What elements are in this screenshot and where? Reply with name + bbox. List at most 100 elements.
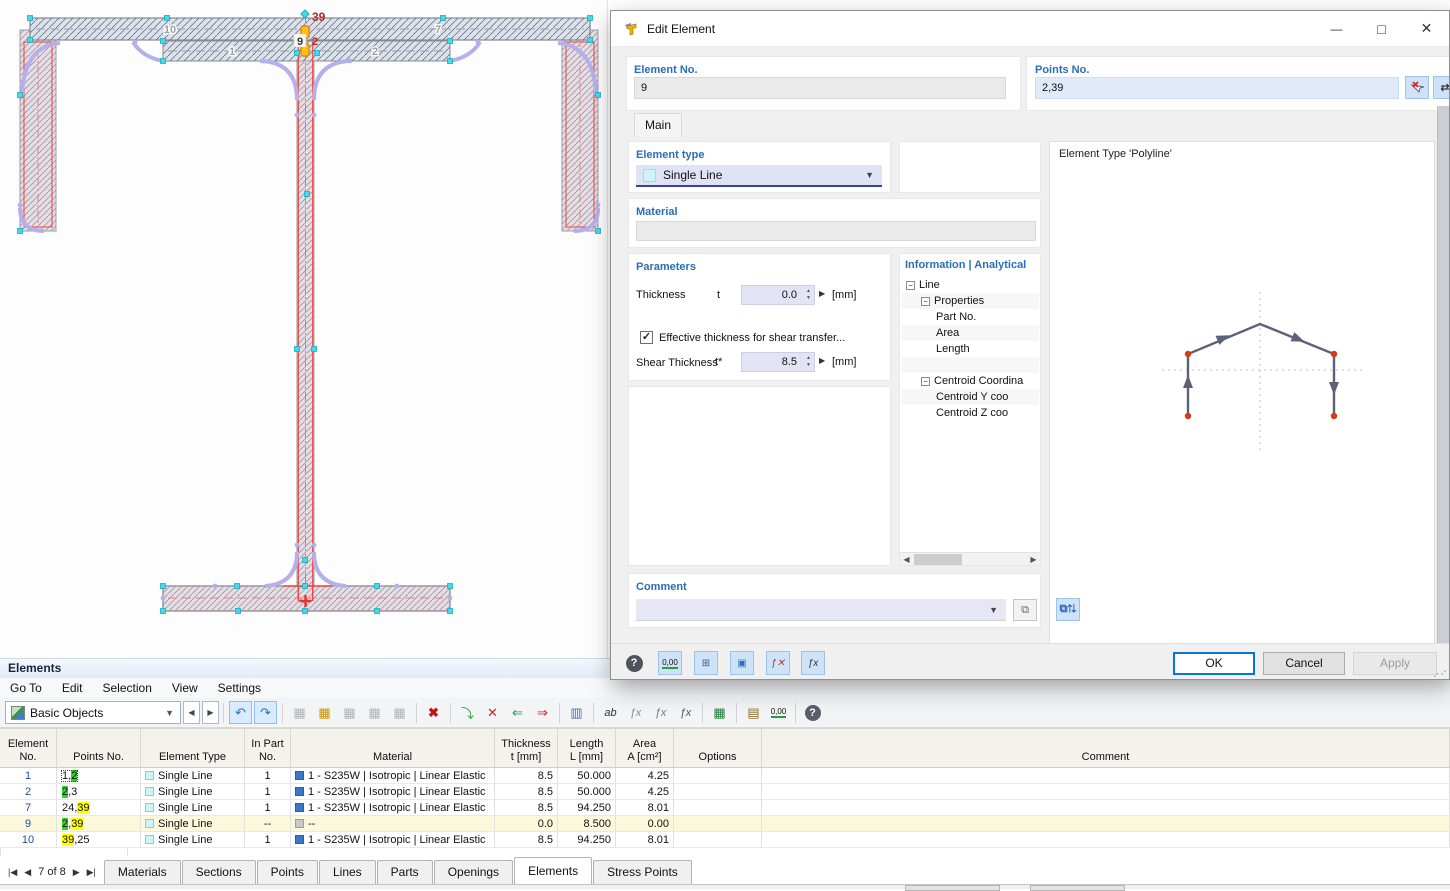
spinner-arrows-icon[interactable]: ▲▼	[806, 355, 811, 369]
swap-points-icon[interactable]: ⇄	[1433, 76, 1450, 99]
move-right-icon[interactable]: ⇒	[531, 701, 554, 724]
delete-row-icon[interactable]: ✕	[481, 701, 504, 724]
cell-thickness[interactable]: 8.5	[495, 784, 558, 799]
cell-area[interactable]: 8.01	[616, 832, 674, 847]
spinner-arrows-icon[interactable]: ▲▼	[806, 288, 811, 302]
cell-options[interactable]	[674, 784, 762, 799]
close-button[interactable]: ✕	[1404, 11, 1449, 46]
table-header-icon[interactable]: ▥	[565, 701, 588, 724]
thickness-input[interactable]: 0.0 ▲▼	[741, 285, 815, 305]
table-row[interactable]: 1039,25Single Line11 - S235W | Isotropic…	[0, 832, 1450, 848]
cell-options[interactable]	[674, 768, 762, 783]
cell-comment[interactable]	[762, 816, 1450, 831]
tree-item-centroid-z-coo[interactable]: Centroid Z coo	[902, 405, 1039, 421]
maximize-button[interactable]: □	[1359, 11, 1404, 46]
cell-element-type[interactable]: Single Line	[141, 816, 245, 831]
next-category-button[interactable]: ▶	[202, 701, 219, 724]
last-table-button[interactable]: ▶|	[87, 867, 96, 878]
material-field[interactable]	[636, 221, 1036, 241]
scroll-right-icon[interactable]: ▶	[1027, 555, 1040, 564]
section-graphics-view[interactable]: 10 7 1 2 39 9 2	[0, 0, 608, 658]
menu-edit[interactable]: Edit	[52, 681, 93, 695]
photo-icon[interactable]: ▣	[730, 651, 754, 675]
decimal-places-icon[interactable]: 0,00	[767, 701, 790, 724]
rename-icon[interactable]: ab	[599, 701, 622, 724]
cell-element-no[interactable]: 7	[0, 800, 57, 815]
table-row[interactable]: 724,39Single Line11 - S235W | Isotropic …	[0, 800, 1450, 816]
cell-area[interactable]: 8.01	[616, 800, 674, 815]
select-points-icon[interactable]	[1405, 76, 1429, 99]
table-row[interactable]: 92,39Single Line----0.08.5000.00	[0, 816, 1450, 832]
menu-selection[interactable]: Selection	[93, 681, 162, 695]
ok-button[interactable]: OK	[1173, 652, 1255, 675]
cell-material[interactable]: 1 - S235W | Isotropic | Linear Elastic	[291, 800, 495, 815]
tree-item-length[interactable]: Length	[902, 341, 1039, 357]
shear-thickness-input[interactable]: 8.5 ▲▼	[741, 352, 815, 372]
table-row[interactable]: 11,2Single Line11 - S235W | Isotropic | …	[0, 768, 1450, 784]
tab-points[interactable]: Points	[257, 860, 318, 884]
tree-expander-icon[interactable]: −	[921, 297, 930, 306]
cell-thickness[interactable]: 8.5	[495, 800, 558, 815]
minimize-button[interactable]: —	[1314, 11, 1359, 46]
cell-comment[interactable]	[762, 768, 1450, 783]
insert-row-icon[interactable]: ⤵	[456, 701, 479, 724]
dialog-titlebar[interactable]: Edit Element — □ ✕	[611, 11, 1449, 47]
tab-materials[interactable]: Materials	[104, 860, 181, 884]
apply-button[interactable]: Apply	[1353, 652, 1437, 675]
help-icon[interactable]: ?	[801, 701, 824, 724]
cell-in-part[interactable]: 1	[245, 768, 291, 783]
tab-parts[interactable]: Parts	[377, 860, 433, 884]
move-left-icon[interactable]: ⇐	[506, 701, 529, 724]
cell-element-no[interactable]: 2	[0, 784, 57, 799]
tree-item-centroid-coordina[interactable]: −Centroid Coordina	[902, 373, 1039, 389]
help-icon[interactable]: ?	[622, 651, 646, 675]
cell-area[interactable]: 4.25	[616, 784, 674, 799]
table-settings-icon[interactable]: ▦	[363, 701, 386, 724]
cancel-button[interactable]: Cancel	[1263, 652, 1345, 675]
tab-elements[interactable]: Elements	[514, 857, 592, 884]
table-dots-icon[interactable]: ▦	[388, 701, 411, 724]
shear-picker-icon[interactable]: ▶	[819, 356, 825, 365]
objects-category-combo[interactable]: Basic Objects ▼	[5, 701, 181, 724]
cell-in-part[interactable]: --	[245, 816, 291, 831]
cell-points-no[interactable]: 24,39	[57, 800, 141, 815]
cell-points-no[interactable]: 1,2	[57, 768, 141, 783]
effective-thickness-checkbox[interactable]: ✓	[640, 331, 653, 344]
element-type-combo[interactable]: Single Line ▼	[636, 165, 882, 187]
cell-material[interactable]: 1 - S235W | Isotropic | Linear Elastic	[291, 784, 495, 799]
menu-view[interactable]: View	[162, 681, 208, 695]
tree-expander-icon[interactable]: −	[906, 281, 915, 290]
table-add-icon[interactable]: ▦	[338, 701, 361, 724]
cell-in-part[interactable]: 1	[245, 784, 291, 799]
points-no-field[interactable]: 2,39	[1035, 77, 1399, 99]
copy-comment-icon[interactable]: ⧉	[1013, 599, 1037, 621]
table-view-icon[interactable]: ▦	[288, 701, 311, 724]
cell-material[interactable]: 1 - S235W | Isotropic | Linear Elastic	[291, 832, 495, 847]
cell-material[interactable]: --	[291, 816, 495, 831]
cell-length[interactable]: 8.500	[558, 816, 616, 831]
cell-options[interactable]	[674, 816, 762, 831]
undo-icon[interactable]: ↶	[229, 701, 252, 724]
cell-element-type[interactable]: Single Line	[141, 832, 245, 847]
tree-item-centroid-y-coo[interactable]: Centroid Y coo	[902, 389, 1039, 405]
prev-category-button[interactable]: ◀	[183, 701, 200, 724]
cell-thickness[interactable]: 0.0	[495, 816, 558, 831]
cell-area[interactable]: 4.25	[616, 768, 674, 783]
scroll-thumb[interactable]	[914, 554, 962, 565]
tab-main[interactable]: Main	[634, 113, 682, 137]
cell-length[interactable]: 50.000	[558, 768, 616, 783]
resize-grip[interactable]: ⡠⠔	[1433, 667, 1448, 678]
cell-comment[interactable]	[762, 800, 1450, 815]
function-icon[interactable]: ƒx	[624, 701, 647, 724]
cell-length[interactable]: 50.000	[558, 784, 616, 799]
prev-table-button[interactable]: ◀	[24, 867, 31, 878]
delete-function-icon[interactable]: ƒ✕	[766, 651, 790, 675]
cell-length[interactable]: 94.250	[558, 832, 616, 847]
tab-openings[interactable]: Openings	[434, 860, 513, 884]
cell-comment[interactable]	[762, 832, 1450, 847]
cell-element-no[interactable]: 10	[0, 832, 57, 847]
scroll-left-icon[interactable]: ◀	[900, 555, 913, 564]
tree-item-area[interactable]: Area	[902, 325, 1039, 341]
cell-in-part[interactable]: 1	[245, 800, 291, 815]
tab-sections[interactable]: Sections	[182, 860, 256, 884]
